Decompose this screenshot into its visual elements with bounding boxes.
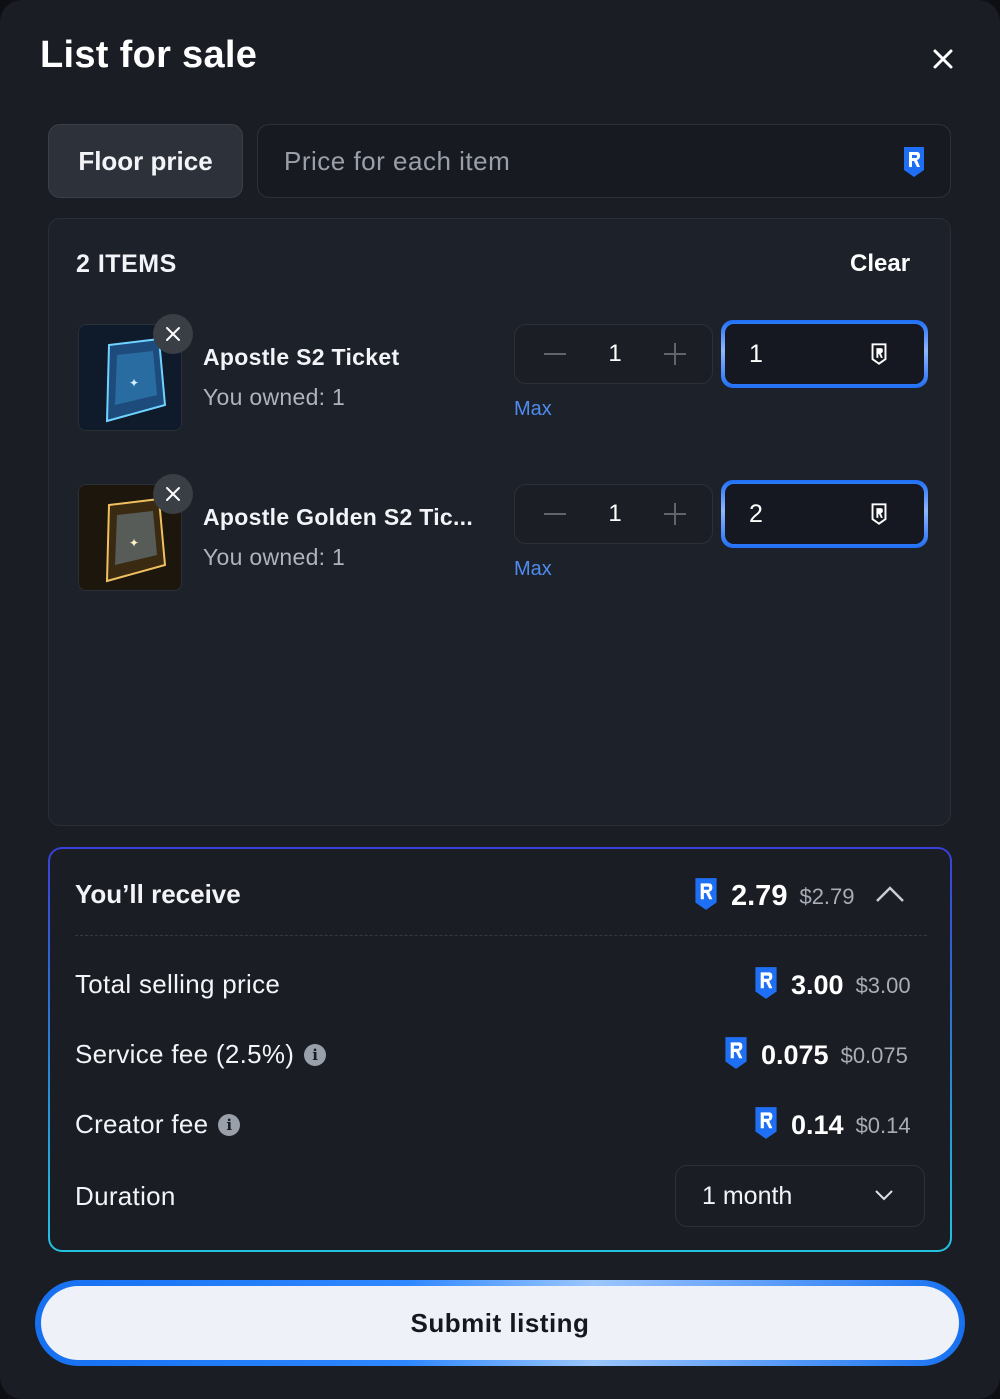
max-link[interactable]: Max [514,398,552,421]
item-price-value: 1 [749,340,763,368]
plus-icon[interactable] [645,325,705,383]
svg-text:✦: ✦ [129,536,139,550]
price-input-container [257,124,951,198]
row-label: Total selling price [75,969,281,999]
quantity-stepper: 1 [514,324,713,384]
ron-token-icon [693,876,719,917]
remove-item-button[interactable] [153,314,193,354]
submit-listing-label: Submit listing [41,1286,959,1360]
receive-amount: 2.79 [731,880,788,912]
item-name: Apostle S2 Ticket [203,344,400,370]
item-owned: You owned: 1 [203,544,346,570]
floor-price-button[interactable]: Floor price [48,124,243,198]
items-count: 2 ITEMS [76,250,177,278]
receive-label: You’ll receive [75,879,241,909]
row-usd: $3.00 [855,972,911,998]
close-icon[interactable] [924,40,962,78]
quantity-value[interactable]: 1 [585,485,645,543]
receive-summary-panel: You’ll receive 2.79 $2.79 Total selling … [48,847,952,1252]
svg-text:✦: ✦ [129,376,139,390]
close-icon [166,487,180,501]
submit-listing-button[interactable]: Submit listing [35,1280,965,1366]
ron-token-icon [753,1105,779,1146]
row-label: Creator fee [75,1109,209,1139]
row-usd: $0.14 [855,1112,911,1138]
row-amount: 0.14 [791,1110,844,1140]
row-amount: 0.075 [761,1040,829,1070]
item-price-input[interactable]: 1 [721,320,928,388]
ron-token-icon [753,965,779,1006]
receive-usd: $2.79 [799,883,855,909]
duration-select[interactable]: 1 month [675,1165,925,1227]
receive-amount-row: 2.79 $2.79 [693,876,905,917]
info-icon[interactable]: i [304,1043,327,1066]
service-fee-value: 0.075 $0.075 [723,1035,908,1076]
quantity-stepper: 1 [514,484,713,544]
total-price-label: Total selling price [75,969,280,1000]
clear-button[interactable]: Clear [850,250,910,278]
info-icon[interactable]: i [218,1113,241,1136]
minus-icon[interactable] [525,325,585,383]
row-amount: 3.00 [791,970,844,1000]
max-link[interactable]: Max [514,558,552,581]
divider [75,935,927,936]
item-price-value: 2 [749,500,763,528]
item-price-input[interactable]: 2 [721,480,928,548]
item-owned: You owned: 1 [203,384,346,410]
chevron-down-icon [874,1188,894,1206]
item-name: Apostle Golden S2 Tic... [203,504,474,530]
close-icon [166,327,180,341]
ron-token-icon [902,145,926,184]
quantity-value[interactable]: 1 [585,325,645,383]
service-fee-label: Service fee (2.5%) i [75,1039,327,1070]
duration-value: 1 month [702,1182,793,1210]
creator-fee-value: 0.14 $0.14 [753,1105,911,1146]
creator-fee-label: Creator fee i [75,1109,241,1140]
plus-icon[interactable] [645,485,705,543]
ron-token-icon [723,1035,749,1076]
total-price-value: 3.00 $3.00 [753,965,911,1006]
row-label: Duration [75,1181,176,1211]
selected-items-panel: 2 ITEMS Clear ✦ Apostle S2 Ticket You ow… [48,218,951,826]
ron-token-icon [871,343,887,370]
list-for-sale-dialog: List for sale Floor price 2 ITEMS Clear … [0,0,1000,1399]
ron-token-icon [871,503,887,530]
duration-label: Duration [75,1181,176,1212]
list-item: ✦ Apostle Golden S2 Tic... You owned: 1 … [49,474,952,604]
row-usd: $0.075 [840,1042,908,1068]
minus-icon[interactable] [525,485,585,543]
dialog-title: List for sale [40,34,258,76]
price-each-input[interactable] [284,125,884,197]
chevron-up-icon[interactable] [875,885,905,908]
row-label: Service fee (2.5%) [75,1039,295,1069]
remove-item-button[interactable] [153,474,193,514]
list-item: ✦ Apostle S2 Ticket You owned: 1 1 Max 1 [49,314,952,444]
